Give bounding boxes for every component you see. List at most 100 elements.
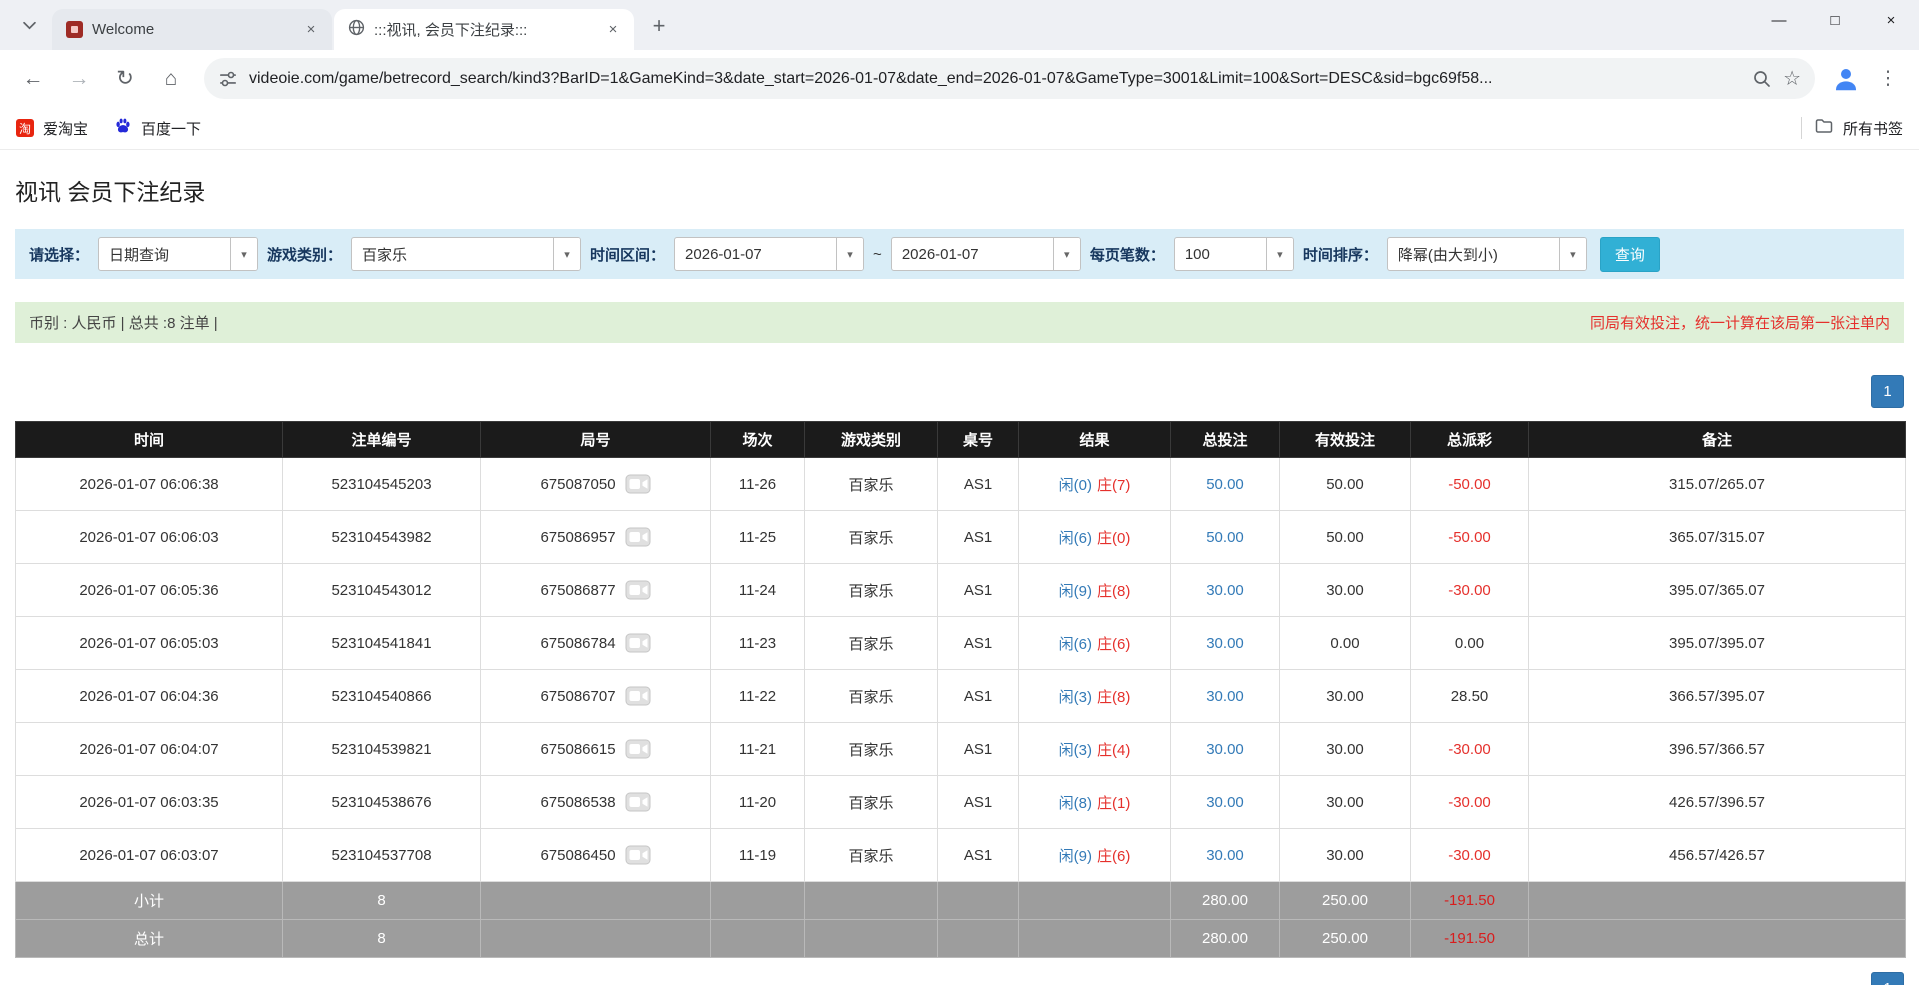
cell-remark: 426.57/396.57 [1529,776,1906,829]
cell-payout: 0.00 [1411,617,1529,670]
cell-round: 675086957 [481,511,711,564]
page-1-button[interactable]: 1 [1871,972,1904,985]
empty-cell [1019,882,1171,920]
bookmark-star-icon[interactable]: ☆ [1783,66,1801,91]
search-button[interactable]: 查询 [1600,237,1660,272]
cell-total-bet[interactable]: 30.00 [1171,617,1280,670]
cell-game-kind: 百家乐 [805,564,938,617]
round-number: 675086615 [540,741,615,758]
cell-valid-bet: 30.00 [1280,829,1411,882]
sort-select[interactable]: 降幂(由大到小) ▾ [1387,237,1587,271]
total-bet-link[interactable]: 30.00 [1206,635,1244,652]
bookmarks-bar: 淘 爱淘宝 百度一下 所有书签 [0,107,1919,150]
cell-bet-id: 523104541841 [283,617,481,670]
column-header: 总派彩 [1411,422,1529,458]
bookmark-aitaobao[interactable]: 淘 爱淘宝 [16,118,88,139]
round-number: 675087050 [540,476,615,493]
reload-button[interactable]: ↻ [104,58,146,100]
browser-menu-icon[interactable]: ⋮ [1869,60,1907,98]
forward-button[interactable]: → [58,58,100,100]
page-1-button[interactable]: 1 [1871,375,1904,408]
cell-session: 11-23 [711,617,805,670]
total-bet-link[interactable]: 30.00 [1206,582,1244,599]
round-video-icon[interactable] [625,739,651,759]
column-header: 注单编号 [283,422,481,458]
back-button[interactable]: ← [12,58,54,100]
date-range-label: 时间区间： [590,244,665,265]
cell-total-bet[interactable]: 30.00 [1171,564,1280,617]
cell-payout: -50.00 [1411,511,1529,564]
column-header: 局号 [481,422,711,458]
table-row: 2026-01-07 06:04:36 523104540866 6750867… [16,670,1906,723]
round-video-icon[interactable] [625,686,651,706]
browser-tab-betrecord[interactable]: :::视讯, 会员下注纪录::: × [334,9,634,50]
round-video-icon[interactable] [625,474,651,494]
cell-total-bet[interactable]: 50.00 [1171,458,1280,511]
zoom-indicator-icon[interactable] [1752,69,1772,89]
total-bet-link[interactable]: 30.00 [1206,688,1244,705]
cell-valid-bet: 30.00 [1280,670,1411,723]
date-start-select[interactable]: 2026-01-07 ▾ [674,237,864,271]
total-bet-link[interactable]: 50.00 [1206,529,1244,546]
subtotal-count: 8 [283,882,481,920]
cell-total-bet[interactable]: 30.00 [1171,670,1280,723]
maximize-button[interactable]: □ [1807,0,1863,40]
browser-toolbar: ← → ↻ ⌂ videoie.com/game/betrecord_searc… [0,50,1919,107]
page-size-label: 每页笔数： [1090,244,1165,265]
cell-total-bet[interactable]: 50.00 [1171,511,1280,564]
tab-search-button[interactable] [12,9,46,43]
result-banker: 庄(4) [1097,742,1130,759]
new-tab-button[interactable]: + [642,9,676,43]
bookmark-baidu[interactable]: 百度一下 [114,117,201,139]
round-video-icon[interactable] [625,580,651,600]
browser-tab-welcome[interactable]: Welcome × [52,9,332,50]
cell-total-bet[interactable]: 30.00 [1171,776,1280,829]
tab-close-icon[interactable]: × [602,19,624,41]
page-size-select[interactable]: 100 ▾ [1174,237,1294,271]
minimize-button[interactable]: — [1751,0,1807,40]
round-video-icon[interactable] [625,792,651,812]
cell-game-kind: 百家乐 [805,670,938,723]
round-video-icon[interactable] [625,845,651,865]
column-header: 桌号 [938,422,1019,458]
result-player: 闲(9) [1059,583,1092,600]
cell-bet-id: 523104537708 [283,829,481,882]
home-button[interactable]: ⌂ [150,58,192,100]
address-bar[interactable]: videoie.com/game/betrecord_search/kind3?… [204,58,1815,99]
cell-total-bet[interactable]: 30.00 [1171,829,1280,882]
bet-record-table: 时间注单编号局号场次游戏类别桌号结果总投注有效投注总派彩备注 2026-01-0… [15,421,1906,958]
valid-bet-notice-text: 同局有效投注，统一计算在该局第一张注单内 [1590,312,1890,333]
grand-total-payout: -191.50 [1411,920,1529,958]
date-end-select[interactable]: 2026-01-07 ▾ [891,237,1081,271]
column-header: 场次 [711,422,805,458]
pagination-top: 1 [15,375,1904,408]
cell-time: 2026-01-07 06:04:07 [16,723,283,776]
cell-valid-bet: 30.00 [1280,564,1411,617]
game-kind-select[interactable]: 百家乐 ▾ [351,237,581,271]
site-settings-icon[interactable] [218,69,238,89]
close-window-button[interactable]: × [1863,0,1919,40]
mode-select[interactable]: 日期查询 ▾ [98,237,258,271]
result-player: 闲(3) [1059,689,1092,706]
table-header-row: 时间注单编号局号场次游戏类别桌号结果总投注有效投注总派彩备注 [16,422,1906,458]
cell-result: 闲(9)庄(6) [1019,829,1171,882]
result-banker: 庄(8) [1097,583,1130,600]
round-video-icon[interactable] [625,527,651,547]
total-bet-link[interactable]: 30.00 [1206,794,1244,811]
cell-valid-bet: 30.00 [1280,776,1411,829]
total-bet-link[interactable]: 30.00 [1206,847,1244,864]
bookmark-label: 爱淘宝 [43,118,88,139]
round-video-icon[interactable] [625,633,651,653]
profile-avatar[interactable] [1827,60,1865,98]
all-bookmarks-button[interactable]: 所有书签 [1814,116,1903,140]
cell-payout: 28.50 [1411,670,1529,723]
subtotal-total-bet: 280.00 [1171,882,1280,920]
table-row: 2026-01-07 06:05:03 523104541841 6750867… [16,617,1906,670]
total-bet-link[interactable]: 30.00 [1206,741,1244,758]
cell-total-bet[interactable]: 30.00 [1171,723,1280,776]
result-player: 闲(9) [1059,848,1092,865]
total-bet-link[interactable]: 50.00 [1206,476,1244,493]
tab-close-icon[interactable]: × [300,19,322,41]
round-number: 675086707 [540,688,615,705]
bookmark-label: 百度一下 [141,118,201,139]
